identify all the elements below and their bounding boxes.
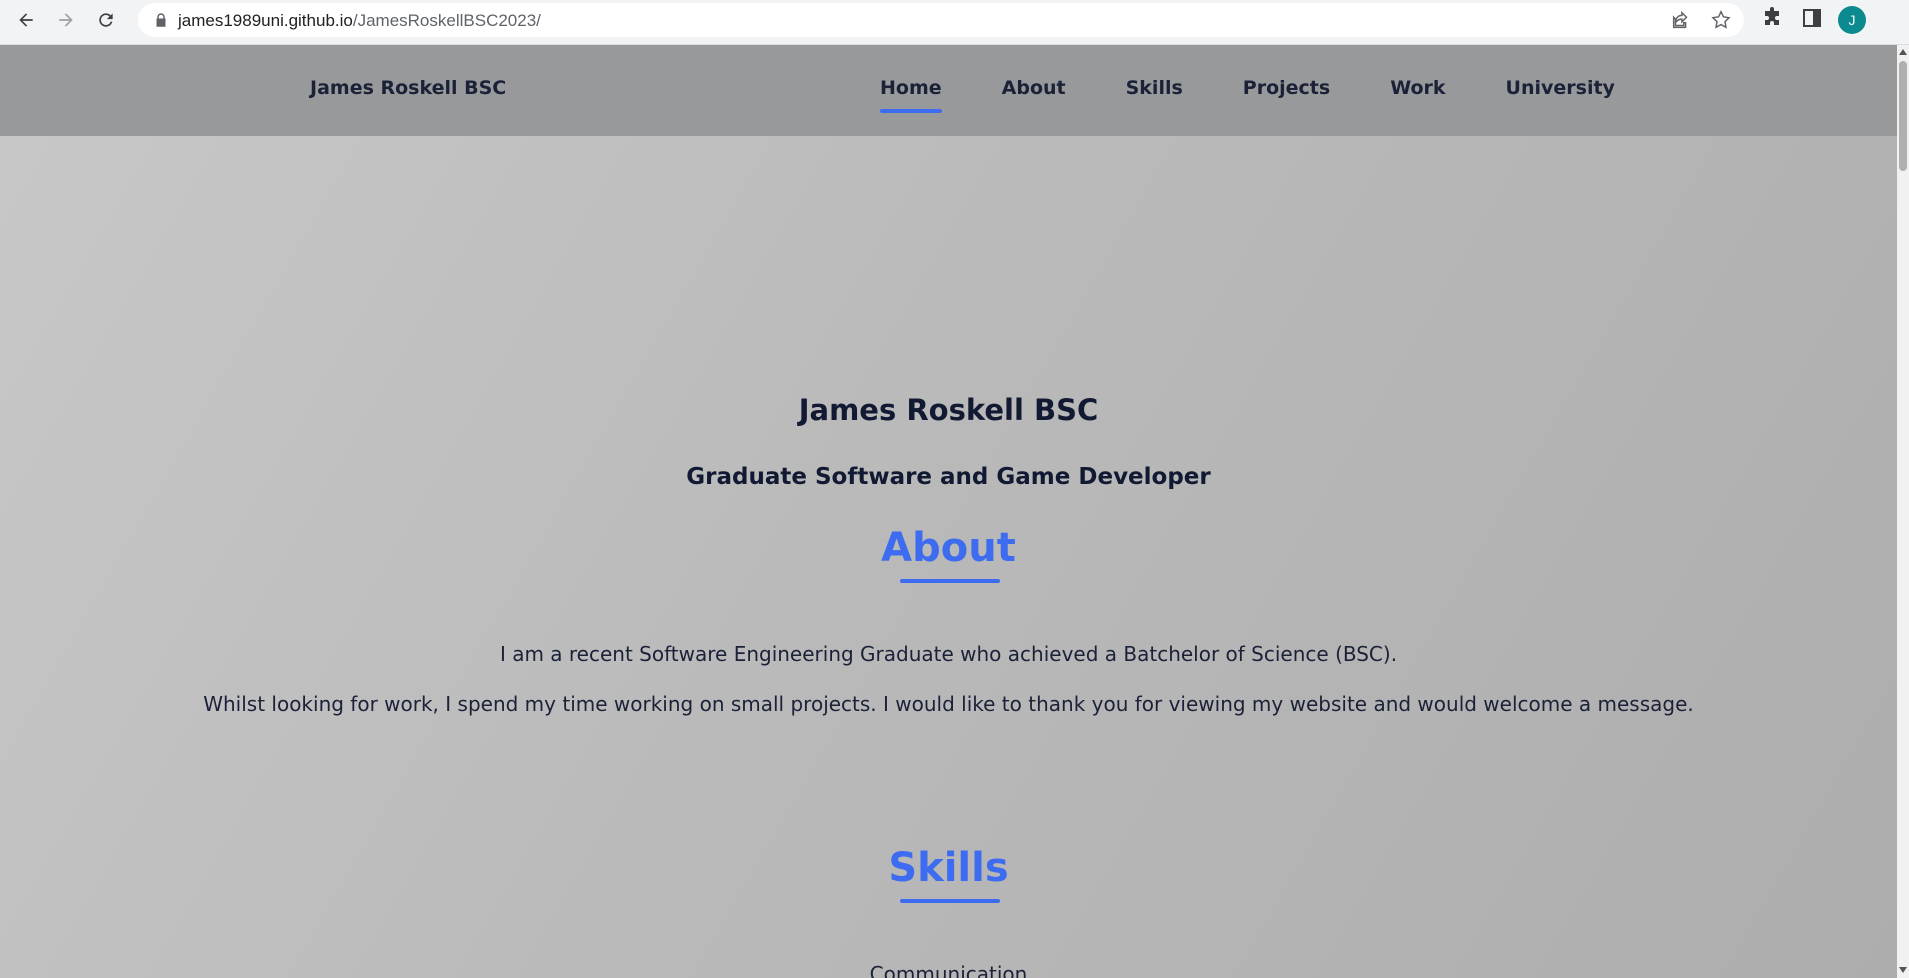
star-icon[interactable] bbox=[1710, 9, 1732, 31]
nav-home[interactable]: Home bbox=[880, 77, 942, 113]
profile-avatar[interactable]: J bbox=[1838, 6, 1866, 34]
hero-title: James Roskell BSC bbox=[798, 393, 1099, 427]
nav-about[interactable]: About bbox=[1002, 77, 1066, 99]
about-line-2: Whilst looking for work, I spend my time… bbox=[203, 692, 1694, 716]
extensions-icon[interactable] bbox=[1760, 6, 1784, 30]
url-host: james1989uni.github.io bbox=[178, 11, 353, 30]
about-heading-underline bbox=[900, 579, 1000, 583]
scroll-down-icon[interactable] bbox=[1899, 967, 1907, 973]
skills-heading: Skills bbox=[888, 845, 1009, 891]
about-line-1: I am a recent Software Engineering Gradu… bbox=[499, 642, 1398, 666]
lock-icon[interactable] bbox=[152, 11, 170, 29]
hero-subtitle: Graduate Software and Game Developer bbox=[686, 464, 1211, 490]
main-nav: Home About Skills Projects Work Universi… bbox=[880, 77, 1675, 113]
url-path: /JamesRoskellBSC2023/ bbox=[352, 11, 541, 30]
nav-projects[interactable]: Projects bbox=[1243, 77, 1330, 99]
skills-heading-underline bbox=[900, 899, 1000, 903]
nav-university[interactable]: University bbox=[1506, 77, 1615, 99]
scrollbar-thumb[interactable] bbox=[1899, 61, 1907, 171]
browser-toolbar: james1989uni.github.io/JamesRoskellBSC20… bbox=[0, 0, 1909, 45]
forward-icon[interactable] bbox=[52, 6, 80, 34]
page-viewport: James Roskell BSC Home About Skills Proj… bbox=[0, 45, 1897, 978]
site-header: James Roskell BSC Home About Skills Proj… bbox=[0, 45, 1897, 136]
page-scrollbar[interactable] bbox=[1897, 45, 1909, 978]
about-heading: About bbox=[881, 525, 1016, 571]
url-text[interactable]: james1989uni.github.io/JamesRoskellBSC20… bbox=[178, 11, 541, 31]
back-icon[interactable] bbox=[12, 6, 40, 34]
share-icon[interactable] bbox=[1670, 9, 1692, 31]
site-brand[interactable]: James Roskell BSC bbox=[310, 77, 506, 99]
reload-icon[interactable] bbox=[92, 6, 120, 34]
scroll-up-icon[interactable] bbox=[1899, 49, 1907, 55]
side-panel-icon[interactable] bbox=[1800, 6, 1824, 30]
address-bar[interactable]: james1989uni.github.io/JamesRoskellBSC20… bbox=[138, 3, 1744, 37]
nav-skills[interactable]: Skills bbox=[1126, 77, 1183, 99]
nav-work[interactable]: Work bbox=[1390, 77, 1445, 99]
skill-item: Communication bbox=[869, 962, 1028, 978]
